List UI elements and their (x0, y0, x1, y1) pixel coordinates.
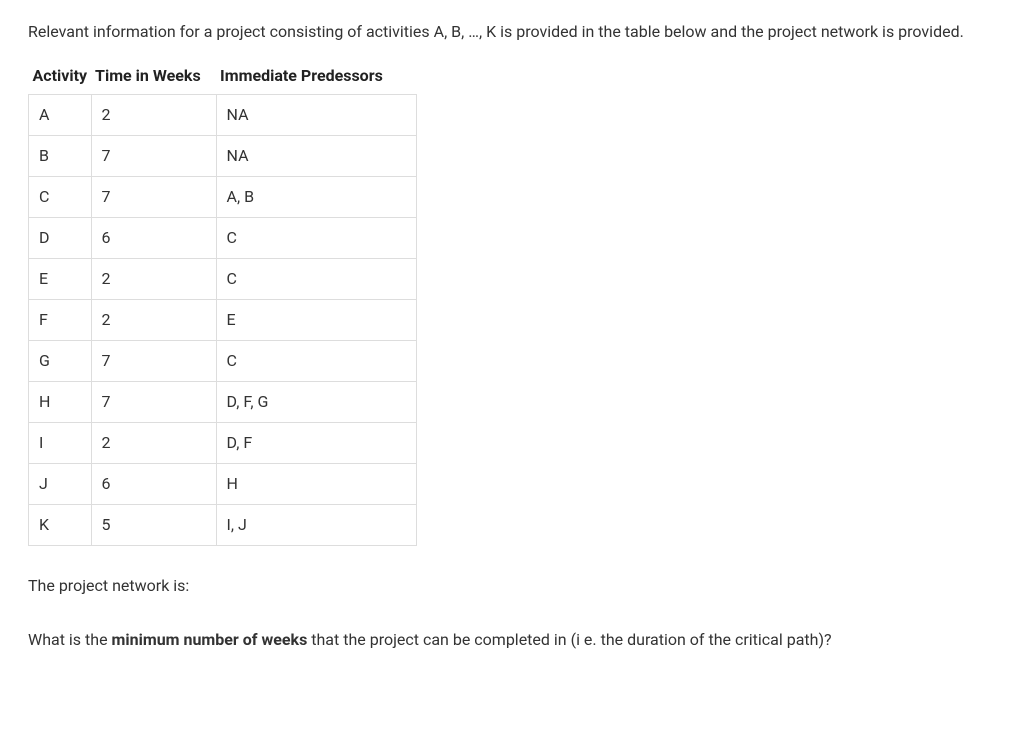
table-row: C 7 A, B (29, 177, 417, 218)
cell-activity: D (29, 218, 92, 259)
activities-table: Activity Time in Weeks Immediate Predess… (28, 58, 417, 546)
table-row: J 6 H (29, 464, 417, 505)
cell-time: 7 (91, 136, 216, 177)
cell-time: 2 (91, 423, 216, 464)
cell-predecessors: NA (216, 95, 416, 136)
cell-time: 2 (91, 300, 216, 341)
table-row: E 2 C (29, 259, 417, 300)
cell-activity: I (29, 423, 92, 464)
cell-predecessors: I, J (216, 505, 416, 546)
cell-predecessors: E (216, 300, 416, 341)
cell-activity: E (29, 259, 92, 300)
table-row: K 5 I, J (29, 505, 417, 546)
cell-activity: B (29, 136, 92, 177)
cell-activity: G (29, 341, 92, 382)
question-suffix: that the project can be completed in (i … (307, 630, 831, 649)
cell-time: 2 (91, 259, 216, 300)
table-row: G 7 C (29, 341, 417, 382)
header-time: Time in Weeks (91, 58, 216, 95)
cell-activity: H (29, 382, 92, 423)
cell-predecessors: H (216, 464, 416, 505)
table-row: D 6 C (29, 218, 417, 259)
cell-time: 5 (91, 505, 216, 546)
cell-activity: F (29, 300, 92, 341)
cell-predecessors: D, F, G (216, 382, 416, 423)
table-row: I 2 D, F (29, 423, 417, 464)
cell-activity: A (29, 95, 92, 136)
cell-time: 7 (91, 177, 216, 218)
cell-time: 6 (91, 218, 216, 259)
table-row: B 7 NA (29, 136, 417, 177)
question-prefix: What is the (28, 630, 112, 649)
header-activity: Activity (29, 58, 92, 95)
cell-activity: C (29, 177, 92, 218)
cell-predecessors: NA (216, 136, 416, 177)
network-caption: The project network is: (28, 574, 1000, 598)
cell-time: 7 (91, 341, 216, 382)
table-row: F 2 E (29, 300, 417, 341)
cell-activity: J (29, 464, 92, 505)
intro-paragraph: Relevant information for a project consi… (28, 20, 1000, 44)
cell-predecessors: C (216, 341, 416, 382)
table-row: H 7 D, F, G (29, 382, 417, 423)
question-bold: minimum number of weeks (112, 630, 308, 649)
cell-activity: K (29, 505, 92, 546)
cell-predecessors: D, F (216, 423, 416, 464)
cell-time: 6 (91, 464, 216, 505)
table-row: A 2 NA (29, 95, 417, 136)
question-text: What is the minimum number of weeks that… (28, 628, 1000, 652)
cell-predecessors: C (216, 218, 416, 259)
cell-predecessors: C (216, 259, 416, 300)
header-predecessors: Immediate Predessors (216, 58, 416, 95)
cell-time: 2 (91, 95, 216, 136)
cell-predecessors: A, B (216, 177, 416, 218)
cell-time: 7 (91, 382, 216, 423)
